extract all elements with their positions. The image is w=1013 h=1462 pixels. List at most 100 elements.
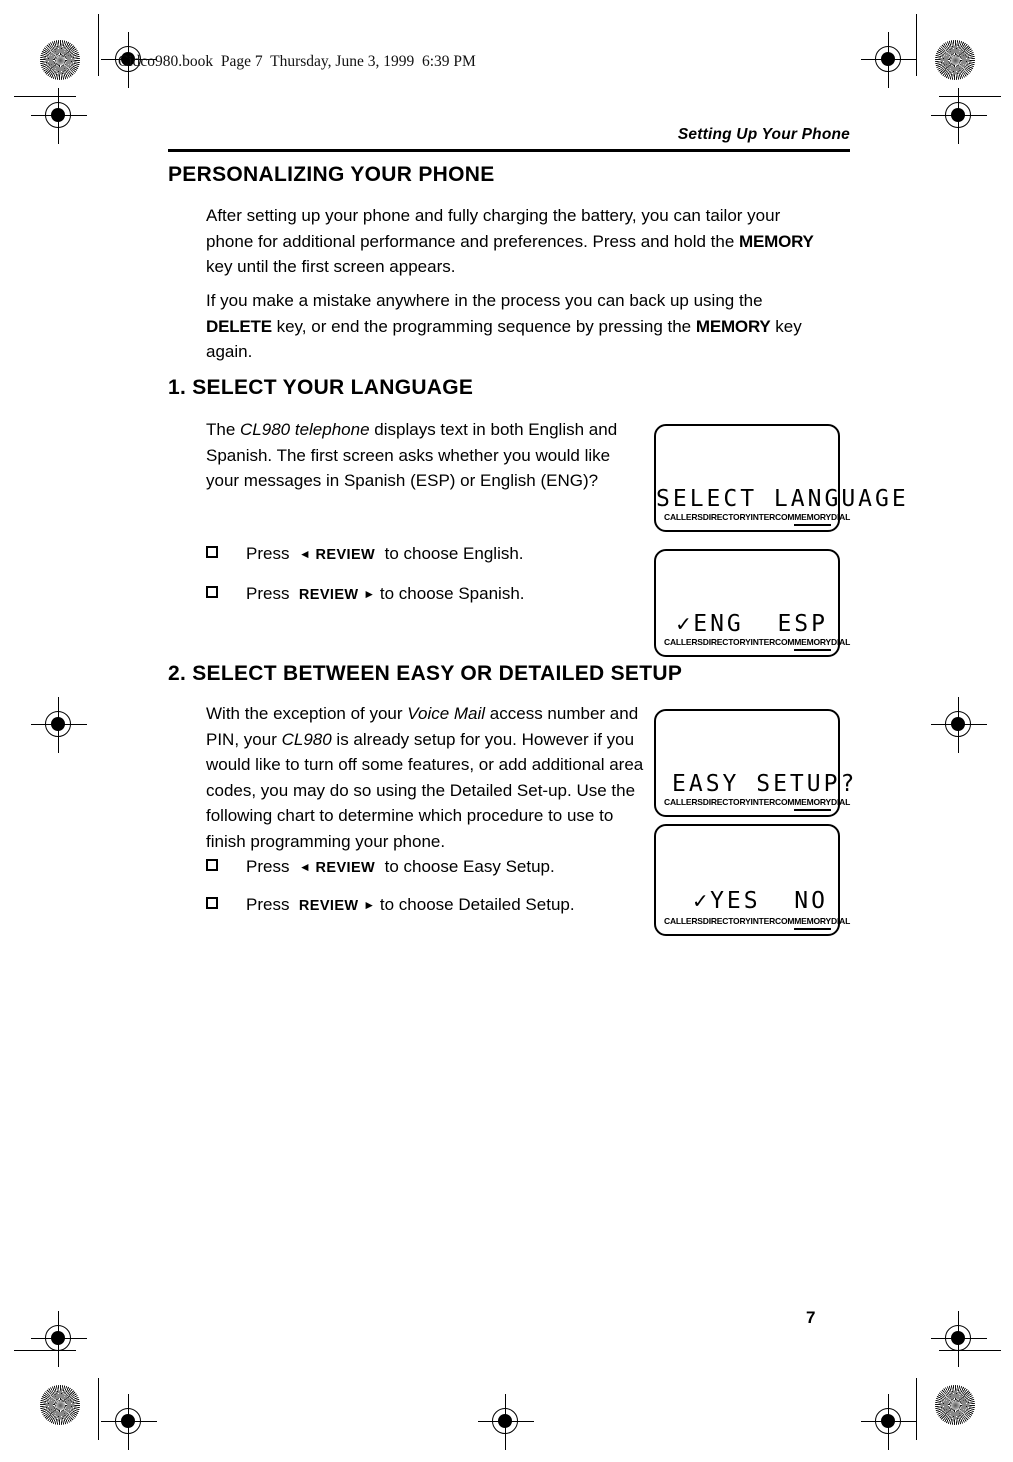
trim-line-bottom-left-v [98,1378,99,1440]
softkey-memory: MEMORY [794,637,831,651]
trim-line-right [916,14,917,76]
registration-mark-right-lower [931,1311,987,1367]
softkey-memory: MEMORY [794,797,831,811]
softkey-callers: CALLERS [664,916,703,926]
key-review-2: REVIEW [298,587,359,603]
key-memory-1: MEMORY [739,231,814,251]
registration-mark-right-middle [931,697,987,753]
right-arrow-icon: ► [363,898,376,912]
softkey-intercom: INTERCOM [750,797,795,807]
lcd-text-yes-no: ✓YES NO [693,888,828,914]
list-item-choose-easy-setup: Press ◄ REVIEW to choose Easy Setup. [206,855,555,880]
softkey-dial: DIAL [831,797,851,807]
header-rule [168,149,850,152]
setup-text-a: With the exception of your [206,704,408,723]
softkey-intercom: INTERCOM [750,916,795,926]
softkey-directory: DIRECTORY [702,512,751,522]
rosette-mark-top-right [935,40,975,80]
registration-mark-left-lower [31,1311,87,1367]
softkey-intercom: INTERCOM [750,512,795,522]
trim-line-bottom-left [14,1350,76,1351]
bullet-2-tail: to choose Spanish. [379,584,525,603]
heading-1-text: SELECT YOUR LANGUAGE [192,376,474,399]
running-head: Setting Up Your Phone [677,126,850,143]
trim-line-left [98,14,99,76]
intro1-text-b: key until the first screen appears. [206,257,456,276]
lcd-softkey-row: CALLERS DIRECTORY INTERCOM MEMORY DIAL [664,797,850,811]
lcd-softkey-row: CALLERS DIRECTORY INTERCOM MEMORY DIAL [664,916,850,930]
heading-2-text: SELECT BETWEEN EASY OR DETAILED SETUP [192,662,683,685]
list-item-choose-spanish: Press REVIEW ► to choose Spanish. [206,582,525,607]
lcd-softkey-row: CALLERS DIRECTORY INTERCOM MEMORY DIAL [664,512,850,526]
registration-mark-top-right [861,32,917,88]
page-number: 7 [806,1308,816,1327]
trim-line-bottom-right [939,1350,1001,1351]
key-memory-2: MEMORY [695,316,771,336]
softkey-intercom: INTERCOM [750,637,795,647]
heading-1-number: 1. [168,376,193,399]
bullet-3-press: Press [246,857,290,876]
lcd-softkey-row: CALLERS DIRECTORY INTERCOM MEMORY DIAL [664,637,850,651]
lcd-screen-eng-esp: ✓ENG ESP CALLERS DIRECTORY INTERCOM MEMO… [654,549,850,657]
rosette-mark-bottom-left [40,1385,80,1425]
lcd-text-easy-setup: EASY SETUP? [672,771,858,797]
lcd-screen-yes-no: ✓YES NO CALLERS DIRECTORY INTERCOM MEMOR… [654,824,850,936]
checkbox-bullet-icon [206,586,218,598]
left-arrow-icon: ◄ [298,547,311,561]
trim-line-bottom-right-v [916,1378,917,1440]
heading-select-language: 1. SELECT YOUR LANGUAGE [168,376,473,400]
softkey-memory: MEMORY [794,512,831,526]
file-stamp: Cidco980.book Page 7 Thursday, June 3, 1… [118,53,476,70]
heading-2-number: 2. [168,662,193,685]
list-item-choose-english: Press ◄ REVIEW to choose English. [206,542,524,567]
softkey-directory: DIRECTORY [702,916,751,926]
key-review-4: REVIEW [298,898,359,914]
lang-product-name: CL980 telephone [240,420,370,439]
softkey-dial: DIAL [831,637,851,647]
bullet-1-tail: to choose English. [384,544,524,563]
softkey-callers: CALLERS [664,797,703,807]
key-review-3: REVIEW [315,860,376,876]
softkey-dial: DIAL [831,512,851,522]
intro2-text-a: If you make a mistake anywhere in the pr… [206,291,763,310]
right-arrow-icon: ► [363,587,376,601]
bullet-4-tail: to choose Detailed Setup. [379,895,575,914]
bullet-4-press: Press [246,895,290,914]
paragraph-setup: With the exception of your Voice Mail ac… [206,701,646,854]
softkey-directory: DIRECTORY [702,637,751,647]
heading-personalizing: PERSONALIZING YOUR PHONE [168,163,495,187]
bullet-2-press: Press [246,584,290,603]
intro2-text-b: key, or end the programming sequence by … [271,316,696,336]
registration-mark-bottom-right [861,1394,917,1450]
trim-line-top-right [939,96,1001,97]
checkbox-bullet-icon [206,859,218,871]
softkey-callers: CALLERS [664,512,703,522]
softkey-directory: DIRECTORY [702,797,751,807]
checkbox-bullet-icon [206,546,218,558]
registration-mark-left-middle [31,697,87,753]
lcd-text-select-language: SELECT LANGUAGE [656,486,909,512]
softkey-memory: MEMORY [794,916,831,930]
trim-line-top-left [14,96,76,97]
setup-voice-mail: Voice Mail [407,704,486,723]
paragraph-intro-1: After setting up your phone and fully ch… [206,203,828,280]
heading-select-setup: 2. SELECT BETWEEN EASY OR DETAILED SETUP [168,662,682,686]
list-item-choose-detailed-setup: Press REVIEW ► to choose Detailed Setup. [206,893,575,918]
heading-personalizing-text: PERSONALIZING YOUR PHONE [168,163,495,186]
paragraph-language: The CL980 telephone displays text in bot… [206,417,636,494]
bullet-3-tail: to choose Easy Setup. [384,857,555,876]
registration-mark-bottom-center [478,1394,534,1450]
manual-page: Cidco980.book Page 7 Thursday, June 3, 1… [0,0,1013,1462]
rosette-mark-top-left [40,40,80,80]
registration-mark-bottom-left [101,1394,157,1450]
key-delete: DELETE [206,316,272,336]
intro1-text-a: After setting up your phone and fully ch… [206,206,781,251]
checkbox-bullet-icon [206,897,218,909]
softkey-dial: DIAL [831,916,851,926]
paragraph-intro-2: If you make a mistake anywhere in the pr… [206,288,828,365]
lang-text-a: The [206,420,241,439]
lcd-text-eng-esp: ✓ENG ESP [676,611,828,637]
lcd-screen-easy-setup: EASY SETUP? CALLERS DIRECTORY INTERCOM M… [654,709,858,817]
lcd-screen-select-language: SELECT LANGUAGE CALLERS DIRECTORY INTERC… [654,424,909,532]
left-arrow-icon: ◄ [298,860,311,874]
